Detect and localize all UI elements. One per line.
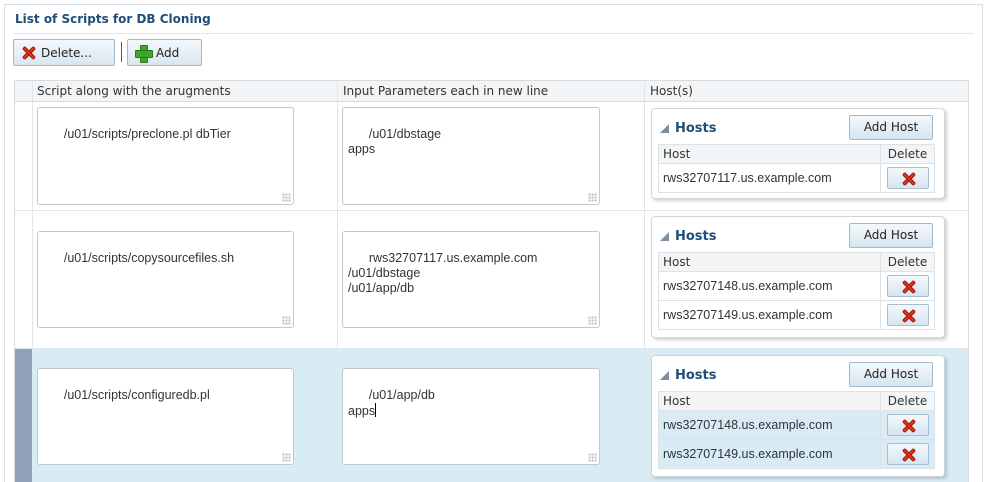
hosts-panel: Hosts Add Host Host Delete rws32707117.u… (651, 108, 945, 199)
collapse-triangle-icon (660, 124, 669, 133)
row-divider (644, 102, 645, 211)
host-row[interactable]: rws32707117.us.example.com (658, 163, 935, 193)
text-cursor (375, 403, 377, 417)
delete-host-button[interactable] (886, 167, 929, 189)
table-row[interactable]: /u01/scripts/copysourcefiles.sh rws32707… (15, 211, 968, 349)
row-divider (644, 211, 645, 349)
row-selection-indicator (15, 349, 32, 482)
red-x-icon (901, 418, 916, 433)
host-row[interactable]: rws32707149.us.example.com (658, 439, 935, 469)
script-input[interactable]: /u01/scripts/configuredb.pl (37, 368, 294, 465)
red-x-icon (901, 447, 916, 462)
green-plus-icon (135, 44, 153, 63)
params-text: /u01/app/db apps (348, 388, 435, 418)
hosts-table: Host Delete rws32707148.us.example.com r… (658, 391, 935, 469)
row-divider (32, 102, 33, 211)
add-host-button[interactable]: Add Host (849, 223, 933, 248)
add-button[interactable]: Add (127, 39, 202, 66)
host-column-header: Host (658, 391, 881, 411)
table-row[interactable]: /u01/scripts/preclone.pl dbTier /u01/dbs… (15, 102, 968, 211)
row-divider (337, 102, 338, 211)
delete-button[interactable]: Delete... (13, 39, 115, 66)
params-input[interactable]: /u01/dbstage apps (342, 107, 600, 205)
red-x-icon (901, 308, 916, 323)
resize-grip-icon[interactable] (588, 453, 597, 462)
row-divider (644, 349, 645, 482)
header-divider (337, 81, 338, 103)
table-row-selected[interactable]: /u01/scripts/configuredb.pl /u01/app/db … (15, 349, 968, 482)
panel-title: List of Scripts for DB Cloning (15, 12, 211, 26)
delete-host-button[interactable] (886, 414, 929, 436)
hosts-panel: Hosts Add Host Host Delete rws32707148.u… (651, 216, 945, 338)
resize-grip-icon[interactable] (588, 316, 597, 325)
collapse-triangle-icon (660, 232, 669, 241)
add-host-button[interactable]: Add Host (849, 362, 933, 387)
hosts-panel: Hosts Add Host Host Delete rws32707148.u… (651, 355, 945, 477)
host-name: rws32707149.us.example.com (658, 439, 881, 469)
script-input[interactable]: /u01/scripts/copysourcefiles.sh (37, 231, 294, 328)
host-column-header: Host (658, 252, 881, 272)
host-row[interactable]: rws32707148.us.example.com (658, 410, 935, 440)
delete-column-header: Delete (880, 144, 935, 164)
delete-host-button[interactable] (886, 443, 929, 465)
host-name: rws32707149.us.example.com (658, 300, 881, 330)
add-host-button[interactable]: Add Host (849, 115, 933, 140)
title-divider (13, 33, 974, 34)
host-column-header: Host (658, 144, 881, 164)
delete-host-button[interactable] (886, 275, 929, 297)
column-header-script[interactable]: Script along with the arugments (37, 84, 231, 98)
script-input[interactable]: /u01/scripts/preclone.pl dbTier (37, 107, 294, 205)
hosts-table: Host Delete rws32707148.us.example.com r… (658, 252, 935, 330)
column-header-hosts[interactable]: Host(s) (650, 84, 693, 98)
script-text: /u01/scripts/configuredb.pl (63, 388, 210, 402)
row-divider (32, 211, 33, 349)
host-row[interactable]: rws32707149.us.example.com (658, 300, 935, 330)
hosts-title-label: Hosts (675, 229, 717, 244)
params-input[interactable]: /u01/app/db apps (342, 368, 600, 465)
resize-grip-icon[interactable] (282, 316, 291, 325)
hosts-title-label: Hosts (675, 121, 717, 136)
host-row[interactable]: rws32707148.us.example.com (658, 271, 935, 301)
delete-host-button[interactable] (886, 304, 929, 326)
script-text: /u01/scripts/preclone.pl dbTier (63, 127, 231, 141)
resize-grip-icon[interactable] (588, 193, 597, 202)
script-text: /u01/scripts/copysourcefiles.sh (63, 251, 235, 265)
delete-column-header: Delete (880, 252, 935, 272)
table-header: Script along with the arugments Input Pa… (15, 80, 968, 103)
header-divider (644, 81, 645, 103)
hosts-title-label: Hosts (675, 368, 717, 383)
collapse-triangle-icon (660, 371, 669, 380)
resize-grip-icon[interactable] (282, 193, 291, 202)
scripts-table: Script along with the arugments Input Pa… (14, 80, 969, 482)
hosts-title[interactable]: Hosts (660, 121, 717, 136)
host-name: rws32707148.us.example.com (658, 410, 881, 440)
params-text: /u01/dbstage apps (348, 127, 442, 156)
host-name: rws32707117.us.example.com (658, 163, 881, 193)
delete-button-label: Delete... (41, 45, 92, 60)
params-input[interactable]: rws32707117.us.example.com /u01/dbstage … (342, 231, 600, 328)
params-text: rws32707117.us.example.com /u01/dbstage … (348, 251, 538, 295)
header-divider (32, 81, 33, 103)
hosts-title[interactable]: Hosts (660, 368, 717, 383)
red-x-icon (21, 45, 36, 60)
row-divider (337, 211, 338, 349)
host-name: rws32707148.us.example.com (658, 271, 881, 301)
resize-grip-icon[interactable] (282, 453, 291, 462)
column-header-params[interactable]: Input Parameters each in new line (343, 84, 548, 98)
red-x-icon (901, 171, 916, 186)
hosts-title[interactable]: Hosts (660, 229, 717, 244)
row-divider (337, 349, 338, 482)
red-x-icon (901, 279, 916, 294)
toolbar-separator (121, 42, 122, 62)
hosts-table: Host Delete rws32707117.us.example.com (658, 144, 935, 193)
delete-column-header: Delete (880, 391, 935, 411)
add-button-label: Add (156, 45, 180, 60)
